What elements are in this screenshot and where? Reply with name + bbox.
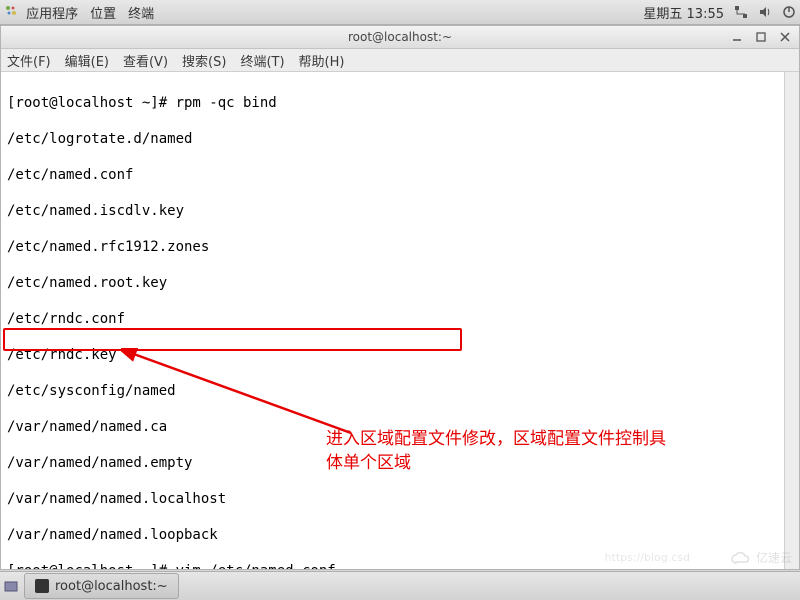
network-icon[interactable] [734, 5, 748, 19]
terminal-content: [root@localhost ~]# rpm -qc bind /etc/lo… [1, 72, 799, 569]
menu-help[interactable]: 帮助(H) [299, 51, 345, 70]
terminal-line: /var/named/named.loopback [7, 526, 793, 544]
clock-label[interactable]: 星期五 13:55 [643, 3, 724, 22]
minimize-button[interactable] [729, 29, 745, 45]
show-desktop-icon[interactable] [4, 579, 18, 593]
terminal-line: /var/named/named.ca [7, 418, 793, 436]
bottom-taskbar: root@localhost:~ [0, 571, 800, 600]
menu-view[interactable]: 查看(V) [123, 51, 168, 70]
window-menubar: 文件(F) 编辑(E) 查看(V) 搜索(S) 终端(T) 帮助(H) [1, 49, 799, 72]
terminal-line: /etc/named.rfc1912.zones [7, 238, 793, 256]
terminal-line: /etc/named.iscdlv.key [7, 202, 793, 220]
volume-icon[interactable] [758, 5, 772, 19]
applications-menu[interactable]: 应用程序 [4, 3, 78, 22]
terminal-line: /etc/rndc.key [7, 346, 793, 364]
terminal-viewport[interactable]: [root@localhost ~]# rpm -qc bind /etc/lo… [1, 72, 799, 569]
places-menu[interactable]: 位置 [90, 3, 116, 22]
window-title: root@localhost:~ [348, 30, 452, 44]
terminal-line: /etc/rndc.conf [7, 310, 793, 328]
gnome-foot-icon [4, 4, 18, 18]
terminal-line: [root@localhost ~]# vim /etc/named.conf [7, 562, 793, 569]
taskbar-item-label: root@localhost:~ [55, 579, 168, 594]
terminal-line: /var/named/named.localhost [7, 490, 793, 508]
terminal-line: /etc/logrotate.d/named [7, 130, 793, 148]
terminal-line: /etc/named.root.key [7, 274, 793, 292]
terminal-window: root@localhost:~ 文件(F) 编辑(E) 查看(V) 搜索(S)… [0, 25, 800, 570]
menu-file[interactable]: 文件(F) [7, 51, 51, 70]
terminal-scrollbar[interactable] [784, 72, 799, 569]
menu-search[interactable]: 搜索(S) [182, 51, 226, 70]
applications-menu-label: 应用程序 [26, 7, 78, 22]
terminal-icon [35, 579, 49, 593]
system-terminal-menu[interactable]: 终端 [128, 3, 154, 22]
terminal-line: /var/named/named.empty [7, 454, 793, 472]
terminal-line: /etc/named.conf [7, 166, 793, 184]
taskbar-item-terminal[interactable]: root@localhost:~ [24, 573, 179, 599]
terminal-line: /etc/sysconfig/named [7, 382, 793, 400]
menu-terminal[interactable]: 终端(T) [240, 51, 284, 70]
terminal-line: [root@localhost ~]# rpm -qc bind [7, 94, 793, 112]
maximize-button[interactable] [753, 29, 769, 45]
close-button[interactable] [777, 29, 793, 45]
power-icon[interactable] [782, 5, 796, 19]
window-titlebar[interactable]: root@localhost:~ [1, 26, 799, 49]
menu-edit[interactable]: 编辑(E) [65, 51, 109, 70]
gnome-top-panel: 应用程序 位置 终端 星期五 13:55 [0, 0, 800, 25]
